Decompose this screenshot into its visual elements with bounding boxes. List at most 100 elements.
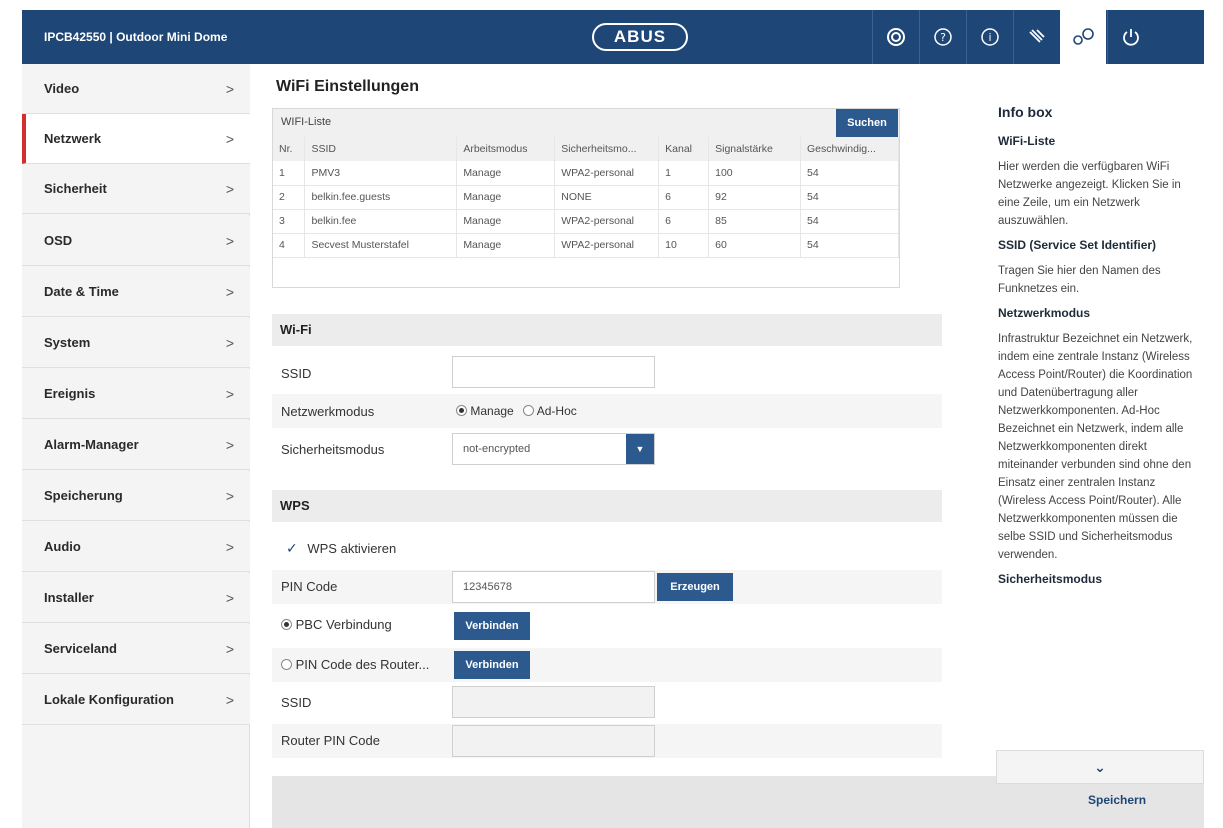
table-row[interactable]: 2 belkin.fee.guests Manage NONE 6 92 54 — [273, 185, 899, 210]
table-row[interactable]: 4 Secvest Musterstafel Manage WPA2-perso… — [273, 233, 899, 258]
pbc-row: PBC Verbindung — [281, 617, 392, 632]
info-icon[interactable]: i — [966, 10, 1012, 64]
info-heading: Sicherheitsmodus — [998, 572, 1103, 586]
table-cell: 6 — [658, 185, 710, 210]
sidebar-item-label: Installer — [44, 590, 94, 605]
info-box-more-button[interactable]: ⌄ — [996, 750, 1204, 784]
table-cell: Secvest Musterstafel — [304, 233, 458, 258]
ssid-input[interactable] — [452, 356, 655, 388]
sidebar-item-serviceland[interactable]: Serviceland > — [22, 624, 250, 674]
sidebar-item-label: Speicherung — [44, 488, 123, 503]
table-cell: 2 — [273, 185, 306, 210]
info-text: Tragen Sie hier den Namen des Funknetzes… — [998, 265, 1161, 295]
ssid-label: SSID — [281, 366, 312, 381]
router-pin-option: PIN Code des Router... — [281, 657, 429, 672]
sidebar-item-installer[interactable]: Installer > — [22, 573, 250, 623]
chevron-down-icon: ⌄ — [1094, 758, 1106, 775]
sidebar-item-video[interactable]: Video > — [22, 64, 250, 114]
column-header[interactable]: Arbeitsmodus — [456, 137, 556, 161]
wifi-list-panel: WIFI-Liste Suchen Nr. SSID Arbeitsmodus … — [272, 108, 900, 288]
device-title: IPCB42550 | Outdoor Mini Dome — [44, 30, 228, 44]
sidebar-item-ereignis[interactable]: Ereignis > — [22, 369, 250, 419]
sidebar-item-sicherheit[interactable]: Sicherheit > — [22, 164, 250, 214]
help-icon[interactable]: ? — [919, 10, 965, 64]
table-cell: Manage — [456, 161, 556, 186]
router-connect-button[interactable]: Verbinden — [454, 651, 530, 679]
mode-adhoc-radio[interactable] — [523, 405, 535, 416]
column-header[interactable]: Kanal — [658, 137, 710, 161]
sidebar-item-label: Video — [44, 81, 80, 96]
table-row[interactable]: 3 belkin.fee Manage WPA2-personal 6 85 5… — [273, 209, 899, 234]
column-header[interactable]: Sicherheitsmo... — [554, 137, 660, 161]
info-box-title: Info box — [998, 104, 1053, 120]
info-box: Info box WiFi-Liste Hier werden die verf… — [980, 96, 1204, 750]
wps-enable-label: WPS aktivieren — [307, 541, 397, 556]
camera-icon[interactable] — [872, 10, 918, 64]
table-cell: belkin.fee.guests — [304, 185, 458, 210]
chevron-down-icon[interactable]: ▼ — [626, 434, 654, 464]
info-heading: Netzwerkmodus — [998, 306, 1091, 320]
sidebar-item-speicherung[interactable]: Speicherung > — [22, 471, 250, 521]
sidebar-item-netzwerk[interactable]: Netzwerk > — [22, 114, 250, 164]
info-text: Hier werden die verfügbaren WiFi Netzwer… — [998, 161, 1181, 227]
table-cell: WPA2-personal — [554, 233, 660, 258]
table-row[interactable]: 1 PMV3 Manage WPA2-personal 1 100 54 — [273, 161, 899, 186]
sidebar-item-label: Sicherheit — [44, 181, 107, 196]
table-cell: Manage — [456, 185, 556, 210]
sidebar-item-audio[interactable]: Audio > — [22, 522, 250, 572]
pbc-connect-button[interactable]: Verbinden — [454, 612, 530, 640]
security-mode-select[interactable]: not-encrypted ▼ — [452, 433, 655, 465]
table-cell: 100 — [708, 161, 802, 186]
sidebar-item-system[interactable]: System > — [22, 318, 250, 368]
checkmark-icon[interactable]: ✓ — [286, 540, 298, 556]
info-text: Infrastruktur Bezeichnet ein Netzwerk, i… — [998, 333, 1193, 561]
chevron-right-icon: > — [225, 640, 234, 657]
sidebar-item-lokale-konfiguration[interactable]: Lokale Konfiguration > — [22, 675, 250, 725]
table-cell: 3 — [273, 209, 306, 234]
sidebar-item-label: Serviceland — [44, 641, 117, 656]
security-mode-value: not-encrypted — [463, 443, 531, 455]
router-pin-code-input[interactable] — [452, 725, 655, 757]
sidebar-item-label: Audio — [44, 539, 81, 554]
wps-section-header: WPS — [272, 490, 942, 522]
save-button[interactable]: Speichern — [1088, 793, 1146, 807]
chevron-right-icon: > — [225, 283, 234, 300]
column-header[interactable]: Signalstärke — [708, 137, 802, 161]
column-header[interactable]: SSID — [304, 137, 458, 161]
pin-code-input[interactable]: 12345678 — [452, 571, 655, 603]
sidebar-item-label: OSD — [44, 233, 73, 248]
router-pin-label: PIN Code des Router... — [295, 657, 430, 672]
table-cell: 60 — [708, 233, 802, 258]
mode-manage-label: Manage — [470, 404, 514, 418]
sidebar-item-osd[interactable]: OSD > — [22, 216, 250, 266]
svg-text:i: i — [988, 31, 991, 44]
column-header[interactable]: Geschwindig... — [800, 137, 899, 161]
table-cell: 54 — [800, 185, 899, 210]
table-cell: 4 — [273, 233, 306, 258]
generate-button[interactable]: Erzeugen — [657, 573, 733, 601]
sidebar-item-alarm-manager[interactable]: Alarm-Manager > — [22, 420, 250, 470]
tools-icon[interactable] — [1013, 10, 1059, 64]
table-cell: Manage — [456, 209, 556, 234]
search-button[interactable]: Suchen — [836, 109, 898, 137]
sidebar: Video > Netzwerk > Sicherheit > OSD > Date &… — [22, 64, 250, 828]
power-icon[interactable] — [1107, 10, 1153, 64]
table-cell: 1 — [273, 161, 306, 186]
table-cell: 85 — [708, 209, 802, 234]
pbc-radio[interactable] — [281, 619, 292, 630]
sidebar-item-label: Netzwerk — [44, 131, 102, 146]
chevron-right-icon: > — [225, 334, 234, 351]
sidebar-item-label: System — [44, 335, 91, 350]
mode-manage-radio[interactable] — [456, 405, 467, 416]
settings-icon[interactable] — [1060, 10, 1106, 64]
wps-ssid-input[interactable] — [452, 686, 655, 718]
sidebar-item-date-time[interactable]: Date & Time > — [22, 267, 250, 317]
table-cell: belkin.fee — [304, 209, 458, 234]
column-header[interactable]: Nr. — [273, 137, 306, 161]
table-cell: 54 — [800, 209, 899, 234]
pin-code-label: PIN Code — [281, 579, 338, 594]
chevron-right-icon: > — [225, 232, 234, 249]
router-pin-radio[interactable] — [281, 659, 292, 670]
sidebar-item-label: Date & Time — [44, 284, 119, 299]
wifi-table: Nr. SSID Arbeitsmodus Sicherheitsmo... K… — [273, 137, 899, 258]
